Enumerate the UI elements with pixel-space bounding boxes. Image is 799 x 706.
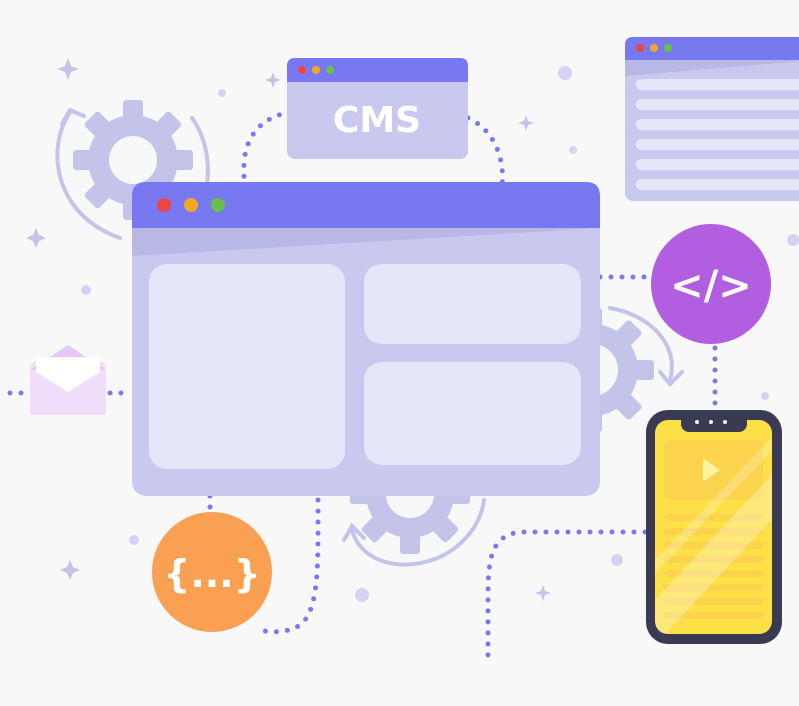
content-panel-top-right [364,264,581,344]
window-close-dot [636,44,644,52]
content-panel-bottom-right [364,362,581,465]
window-maximize-dot [664,44,672,52]
code-badge: </> [651,224,771,344]
phone-notch [681,414,747,432]
window-maximize-dot [211,198,225,212]
list-window [625,37,799,201]
window-close-dot [298,66,306,74]
window-maximize-dot [326,66,334,74]
window-minimize-dot [184,198,198,212]
code-icon: </> [670,263,752,309]
web-development-illustration: CMS </> {...} [7,37,799,665]
window-close-dot [157,198,171,212]
json-braces-icon: {...} [163,552,260,596]
window-minimize-dot [650,44,658,52]
envelope-icon [30,345,106,415]
cms-label: CMS [333,100,421,141]
cms-window: CMS [287,58,468,159]
smartphone [646,410,782,644]
illustration-stage: CMS </> {...} [0,0,799,706]
content-panel-left [149,264,345,469]
window-minimize-dot [312,66,320,74]
json-badge: {...} [152,512,272,632]
main-browser-window [132,182,600,496]
